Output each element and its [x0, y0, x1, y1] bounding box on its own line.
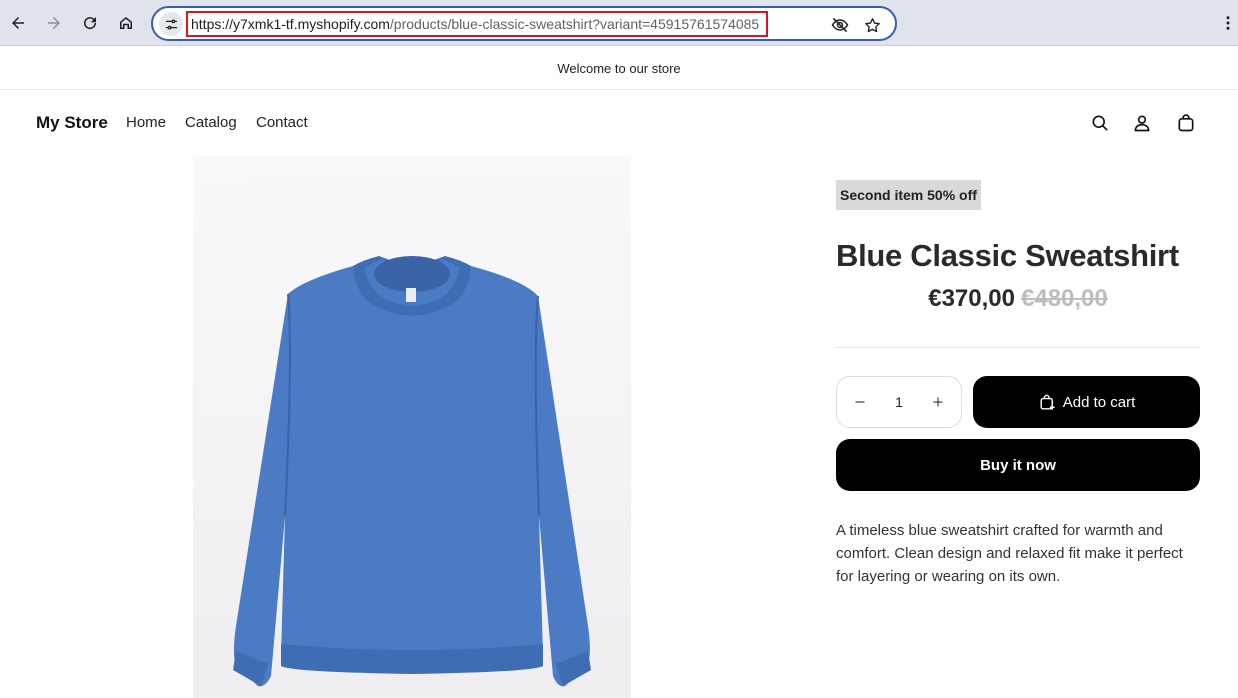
back-icon — [12, 17, 24, 29]
plus-icon[interactable] — [929, 393, 947, 411]
star-icon[interactable] — [861, 14, 883, 36]
buy-now-label: Buy it now — [980, 456, 1056, 474]
more-vert-icon[interactable] — [1218, 11, 1238, 35]
url-text[interactable]: https://y7xmk1-tf.myshopify.com/products… — [186, 11, 768, 37]
nav-contact[interactable]: Contact — [256, 114, 308, 131]
nav-home[interactable]: Home — [126, 114, 166, 131]
store-logo[interactable]: My Store — [36, 113, 108, 133]
account-icon[interactable] — [1130, 111, 1154, 135]
url-path: /products/blue-classic-sweatshirt?varian… — [389, 16, 760, 32]
price-row: €370,00 €480,00 — [836, 285, 1200, 313]
product-description: A timeless blue sweatshirt crafted for w… — [836, 522, 1183, 585]
add-to-cart-label: Add to cart — [1062, 393, 1136, 411]
add-to-cart-button[interactable]: Add to cart — [973, 376, 1200, 428]
forward-button[interactable] — [38, 7, 70, 39]
tune-icon[interactable] — [159, 12, 183, 36]
divider — [836, 347, 1200, 348]
sale-price: €370,00 — [928, 285, 1015, 312]
eye-off-icon[interactable] — [829, 14, 851, 36]
quantity-input[interactable]: 1 — [895, 394, 903, 410]
buy-now-button[interactable]: Buy it now — [836, 439, 1200, 491]
forward-icon — [48, 17, 60, 29]
reload-icon — [84, 17, 97, 30]
product-title: Blue Classic Sweatshirt — [836, 238, 1179, 273]
cart-icon[interactable] — [1174, 111, 1198, 135]
product-image[interactable] — [193, 156, 631, 698]
minus-icon[interactable] — [851, 393, 869, 411]
browser-toolbar: https://y7xmk1-tf.myshopify.com/products… — [0, 0, 1238, 46]
reload-button[interactable] — [74, 7, 106, 39]
home-button[interactable] — [110, 7, 142, 39]
quantity-stepper: 1 — [836, 376, 962, 428]
store-header: My Store Home Catalog Contact — [0, 90, 1238, 156]
announcement-text: Welcome to our store — [557, 60, 681, 76]
search-icon[interactable] — [1088, 111, 1112, 135]
address-bar[interactable]: https://y7xmk1-tf.myshopify.com/products… — [151, 6, 897, 41]
promo-badge: Second item 50% off — [836, 180, 981, 210]
url-host: https://y7xmk1-tf.myshopify.com — [191, 16, 390, 32]
compare-at-price: €480,00 — [1021, 285, 1108, 312]
nav-catalog[interactable]: Catalog — [185, 114, 237, 131]
cart-add-icon — [1040, 394, 1055, 410]
home-icon — [120, 17, 132, 29]
sweatshirt-image — [193, 156, 631, 698]
back-button[interactable] — [2, 7, 34, 39]
announcement-bar: Welcome to our store — [0, 47, 1238, 90]
